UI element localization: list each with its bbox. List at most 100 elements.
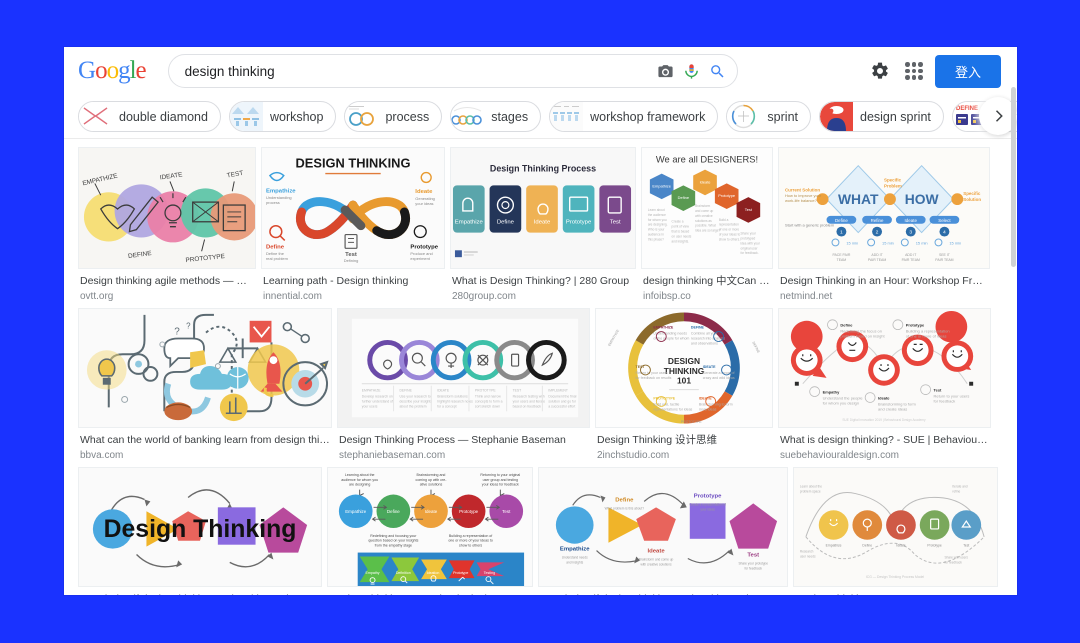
result-tile[interactable]: EMPATHIZE Develop research on further unde… [337, 308, 590, 462]
result-tile[interactable]: DESIGN THINKING Empathize Understanding … [261, 147, 445, 303]
svg-text:idea are so large?: idea are so large? [695, 229, 720, 233]
svg-text:3: 3 [909, 230, 912, 236]
result-tile[interactable]: Empathize Define Ideate Prototype Test L… [793, 467, 998, 595]
svg-text:Test: Test [610, 220, 621, 226]
result-caption: Design thinking agile methods — OVTT ovt… [78, 269, 256, 303]
svg-text:Ideate: Ideate [896, 544, 905, 548]
result-thumbnail[interactable]: Design Thinking [78, 467, 322, 588]
camera-icon[interactable] [653, 58, 679, 84]
svg-text:EMPATHIZE: EMPATHIZE [362, 389, 381, 393]
result-thumbnail[interactable]: We are all DESIGNERS! Empathize Define I… [641, 147, 773, 269]
svg-text:Prototype: Prototype [694, 494, 722, 500]
chip-label: design sprint [860, 109, 931, 124]
result-thumbnail[interactable]: EMPATHIZE DEFINE IDEATE PROTOTYPE TEST [78, 147, 256, 269]
svg-text:PAIR TEAM: PAIR TEAM [868, 258, 886, 262]
scrollbar-thumb[interactable] [1011, 87, 1016, 267]
svg-text:user needs: user needs [800, 555, 816, 559]
result-thumbnail[interactable]: Design Thinking Process Empathize Define… [450, 147, 636, 269]
svg-text:for feedback on results: for feedback on results [636, 376, 672, 380]
svg-text:Empathy: Empathy [823, 390, 841, 395]
svg-text:audience for whom you: audience for whom you [341, 478, 378, 482]
chip-stages[interactable]: stages [450, 101, 542, 132]
result-source: stephaniebaseman.com [339, 449, 446, 461]
result-thumbnail[interactable]: Empathy Understand the people for whom y… [778, 308, 991, 429]
svg-text:Empathize: Empathize [652, 183, 671, 188]
svg-text:?: ? [174, 327, 180, 338]
svg-text:4: 4 [943, 230, 946, 236]
microphone-icon[interactable] [679, 58, 705, 84]
search-box[interactable] [167, 54, 738, 88]
svg-text:from the empathy stage: from the empathy stage [375, 544, 412, 548]
svg-text:Learn about: Learn about [648, 208, 665, 212]
svg-text:Ideate: Ideate [700, 179, 711, 184]
svg-text:are designing.: are designing. [648, 223, 668, 227]
result-tile[interactable]: Empathy Understand the people for whom y… [778, 308, 991, 462]
svg-text:prototyped: prototyped [740, 236, 755, 240]
chip-process[interactable]: process [344, 101, 443, 132]
result-thumbnail[interactable]: WHAT HOW Current Solution How to improve… [778, 147, 990, 269]
chip-workshop-framework[interactable]: workshop framework [549, 101, 719, 132]
svg-text:1: 1 [840, 230, 843, 236]
search-icon[interactable] [705, 58, 731, 84]
result-caption: Design Thinking vs. Technological Innova… [327, 587, 533, 595]
sign-in-button[interactable]: 登入 [934, 54, 1001, 88]
result-tile[interactable]: EMPATHIZE DEFINE IDEATE PROTOTYPE TEST D… [78, 147, 256, 303]
svg-text:representations for ideas: representations for ideas [653, 407, 692, 411]
result-tile[interactable]: WHAT HOW Current Solution How to improve… [778, 147, 990, 303]
svg-text:Share your prototype: Share your prototype [738, 561, 768, 565]
svg-text:Specific: Specific [884, 177, 902, 182]
apps-grid-icon[interactable] [904, 62, 923, 80]
svg-text:Redefining and focusing your: Redefining and focusing your [370, 534, 417, 538]
chip-workshop[interactable]: workshop [228, 101, 337, 132]
svg-text:idea with your: idea with your [740, 241, 759, 245]
svg-text:We are all DESIGNERS!: We are all DESIGNERS! [656, 155, 758, 165]
result-tile[interactable]: Empathize Define Ideate Prototype Test U… [538, 467, 788, 595]
svg-text:Current Solution: Current Solution [785, 187, 820, 192]
result-thumbnail[interactable]: DESIGN THINKING Empathize Understanding … [261, 147, 445, 269]
chip-sprint[interactable]: sprint [726, 101, 811, 132]
result-tile[interactable]: Learning about the audience for whom you a… [327, 467, 533, 595]
svg-text:one or more of your ideas to: one or more of your ideas to [448, 539, 493, 543]
svg-text:of your ideas to: of your ideas to [719, 233, 741, 237]
svg-text:Empathize: Empathize [560, 547, 590, 553]
svg-text:and insights.: and insights. [672, 239, 690, 243]
chip-double-diamond[interactable]: double diamond [78, 101, 221, 132]
svg-text:this phase?: this phase? [648, 237, 664, 241]
svg-text:Design Thinking Process: Design Thinking Process [490, 164, 596, 174]
chip-label: workshop framework [590, 109, 706, 124]
result-thumbnail[interactable]: Empathize Define Ideate Prototype Test U… [538, 467, 788, 588]
svg-text:Refine: Refine [871, 218, 884, 223]
result-thumbnail[interactable]: EMPATHIZE Develop research on further unde… [337, 308, 590, 429]
svg-text:Definition: Definition [396, 571, 411, 575]
result-thumbnail[interactable]: DESIGN THINKING 101 EMPATHIZE Understand… [595, 308, 773, 429]
svg-text:original user: original user [740, 246, 757, 250]
svg-text:EMPATHIZE: EMPATHIZE [653, 326, 674, 330]
result-caption: Wondering if design thinking works? | by… [78, 587, 322, 595]
svg-text:your users: your users [362, 404, 378, 408]
svg-text:Define: Define [840, 323, 853, 328]
svg-text:Build a: Build a [719, 218, 729, 222]
browser-page: Google design thinking 登入 double diamond… [64, 47, 1017, 595]
search-input[interactable] [184, 63, 653, 79]
svg-text:problem based on insight: problem based on insight [840, 334, 885, 339]
result-tile[interactable]: DESIGN THINKING 101 EMPATHIZE Understand… [595, 308, 773, 462]
chip-design-sprint[interactable]: design sprint [819, 101, 944, 132]
svg-text:DESIGN THINKING: DESIGN THINKING [296, 156, 411, 171]
gear-icon[interactable] [867, 58, 893, 84]
svg-text:Empathize: Empathize [345, 509, 367, 514]
google-logo[interactable]: Google [78, 57, 147, 85]
chip-label: sprint [767, 109, 798, 124]
sprint-circle-icon [727, 102, 761, 131]
svg-text:experiment: experiment [410, 256, 430, 261]
svg-text:Empathize: Empathize [266, 188, 296, 194]
svg-text:Define: Define [497, 220, 515, 226]
result-tile[interactable]: Design Thinking Process Empathize Define… [450, 147, 636, 303]
result-thumbnail[interactable]: Empathize Define Ideate Prototype Test L… [793, 467, 998, 588]
result-tile[interactable]: ? ? What can the world of banking learn … [78, 308, 332, 462]
result-tile[interactable]: Design Thinking Wondering if design thin… [78, 467, 322, 595]
result-thumbnail[interactable]: ? ? [78, 308, 332, 429]
result-tile[interactable]: We are all DESIGNERS! Empathize Define I… [641, 147, 773, 303]
page-scrollbar[interactable] [1010, 47, 1017, 595]
result-thumbnail[interactable]: Learning about the audience for whom you a… [327, 467, 533, 588]
result-caption: What is design thinking? - SUE | Behavio… [778, 428, 991, 462]
